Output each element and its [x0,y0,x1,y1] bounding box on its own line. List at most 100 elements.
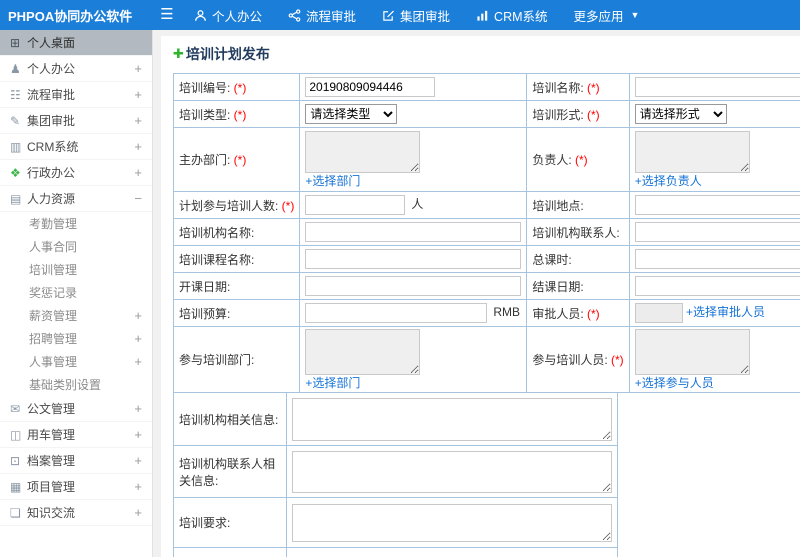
required-mark: (*) [587,306,600,321]
expand-toggle-icon[interactable]: − [130,191,142,206]
sidebar-item-label: CRM系统 [27,140,79,154]
required-mark: (*) [587,80,600,95]
training-type-select[interactable]: 请选择类型 [305,104,398,124]
select-participating-department-link[interactable]: +选择部门 [305,376,360,390]
sidebar-item-salary[interactable]: 薪资管理 + [0,304,152,327]
sidebar-item-hr[interactable]: ▤ 人力资源 − [0,186,152,212]
end-date-input[interactable] [634,276,800,296]
expand-toggle-icon[interactable]: + [130,139,142,154]
field-cell: +选择部门 [299,326,528,393]
form-row: 附件名称: +附件上传 [173,547,618,557]
expand-toggle-icon[interactable]: + [130,61,142,76]
form-row: 结课日期: [526,272,800,300]
sidebar-item-rewards[interactable]: 奖惩记录 [0,281,152,304]
leader-textarea[interactable] [634,131,750,173]
expand-toggle-icon[interactable]: + [130,165,142,180]
course-name-input[interactable] [305,249,522,269]
approver-input[interactable] [634,303,683,323]
required-mark: (*) [233,107,247,122]
nav-process-approval[interactable]: 流程审批 [275,0,369,30]
nav-label: 集团审批 [400,9,451,24]
sidebar-item-personnel[interactable]: 人事管理 + [0,350,152,373]
training-name-input[interactable] [634,77,800,97]
form-row: 开课日期: [172,272,528,300]
sidebar-item-personal-office[interactable]: ♟ 个人办公 + [0,56,152,82]
form-row: 培训编号: (*) [172,73,528,101]
expand-toggle-icon[interactable]: + [130,113,142,128]
sidebar-item-project[interactable]: ▦ 项目管理 + [0,474,152,500]
host-department-textarea[interactable] [305,131,421,173]
expand-toggle-icon[interactable]: + [130,505,142,520]
expand-toggle-icon[interactable]: + [130,479,142,494]
org-contact-input[interactable] [634,222,800,242]
sidebar-item-archive[interactable]: ⊡ 档案管理 + [0,448,152,474]
sidebar: ⊞ 个人桌面 ♟ 个人办公 + ☷ 流程审批 + ✎ 集团审批 + ▥ CRM系统 + ❖ 行政办公 + ▤ 人力资… [0,30,153,557]
training-form-select[interactable]: 请选择形式 [634,104,727,124]
field-cell: RMB [299,299,528,327]
participating-departments-textarea[interactable] [305,329,421,375]
sidebar-item-documents[interactable]: ✉ 公文管理 + [0,396,152,422]
field-label: 培训类型: (*) [172,100,301,128]
select-approver-link[interactable]: +选择审批人员 [686,305,765,319]
sidebar-item-label: 招聘管理 [29,332,78,346]
field-cell: 请选择类型 [299,100,528,128]
required-mark: (*) [575,153,588,167]
field-cell [286,497,618,548]
participant-count-input[interactable] [305,195,406,215]
nav-personal-office[interactable]: 个人办公 [181,0,275,30]
org-contact-info-textarea[interactable] [292,450,612,493]
nav-label: 流程审批 [306,9,357,24]
nav-crm-system[interactable]: CRM系统 [463,0,560,30]
unit-label: RMB [493,305,521,320]
app-brand: PHPOA协同办公软件 [8,8,133,24]
main-area: ✚ 培训计划发布 培训编号: (*)培训类型: (*)请选择类型主办部门: (*… [153,30,800,557]
expand-toggle-icon[interactable]: + [130,354,142,369]
training-number-input[interactable] [305,77,436,97]
sidebar-item-attendance[interactable]: 考勤管理 [0,212,152,235]
sidebar-item-hr-contract[interactable]: 人事合同 [0,235,152,258]
training-requirements-textarea[interactable] [292,503,612,542]
select-department-link[interactable]: +选择部门 [305,174,360,188]
form-row: 培训地点: [526,191,800,219]
field-cell: +选择参与人员 [628,326,800,393]
field-cell [628,191,800,219]
nav-group-approval[interactable]: 集团审批 [369,0,463,30]
start-date-input[interactable] [305,276,522,296]
sidebar-item-label: 知识交流 [27,506,76,520]
field-cell [299,73,528,101]
hamburger-icon[interactable]: ☰ [153,0,181,30]
expand-toggle-icon[interactable]: + [130,453,142,468]
expand-toggle-icon[interactable]: + [130,308,142,323]
nav-more-apps[interactable]: 更多应用 ▼ [561,0,653,30]
sidebar-item-vehicle[interactable]: ◫ 用车管理 + [0,422,152,448]
field-cell [628,73,800,101]
expand-toggle-icon[interactable]: + [130,401,142,416]
sidebar-item-admin-office[interactable]: ❖ 行政办公 + [0,160,152,186]
total-hours-input[interactable] [634,249,800,269]
sidebar-item-knowledge[interactable]: ❏ 知识交流 + [0,500,152,526]
sidebar-item-label: 公文管理 [27,402,76,416]
expand-toggle-icon[interactable]: + [130,87,142,102]
expand-toggle-icon[interactable]: + [130,331,142,346]
budget-input[interactable] [305,303,488,323]
participating-members-textarea[interactable] [634,329,750,375]
expand-toggle-icon[interactable]: + [130,427,142,442]
required-mark: (*) [587,107,600,122]
caret-down-icon: ▼ [630,10,640,20]
form-table-bottom: 培训机构相关信息:培训机构联系人相关信息:培训要求:附件名称: +附件上传 [173,392,618,557]
form-row: 计划参与培训人数: (*) 人 [172,191,528,219]
org-info-textarea[interactable] [292,397,612,441]
training-place-input[interactable] [634,195,800,215]
sidebar-item-base-category[interactable]: 基础类别设置 [0,373,152,396]
sidebar-item-crm[interactable]: ▥ CRM系统 + [0,134,152,160]
org-name-input[interactable] [305,222,522,242]
sidebar-item-group-approval[interactable]: ✎ 集团审批 + [0,108,152,134]
form-row: 参与培训部门: +选择部门 [172,326,528,393]
sidebar-item-training[interactable]: 培训管理 [0,258,152,281]
select-participants-link[interactable]: +选择参与人员 [635,376,714,390]
sidebar-item-personal-desktop[interactable]: ⊞ 个人桌面 [0,30,152,56]
sidebar-item-process-approval[interactable]: ☷ 流程审批 + [0,82,152,108]
select-leader-link[interactable]: +选择负责人 [635,174,702,188]
sidebar-item-label: 基础类别设置 [29,378,102,392]
sidebar-item-recruit[interactable]: 招聘管理 + [0,327,152,350]
